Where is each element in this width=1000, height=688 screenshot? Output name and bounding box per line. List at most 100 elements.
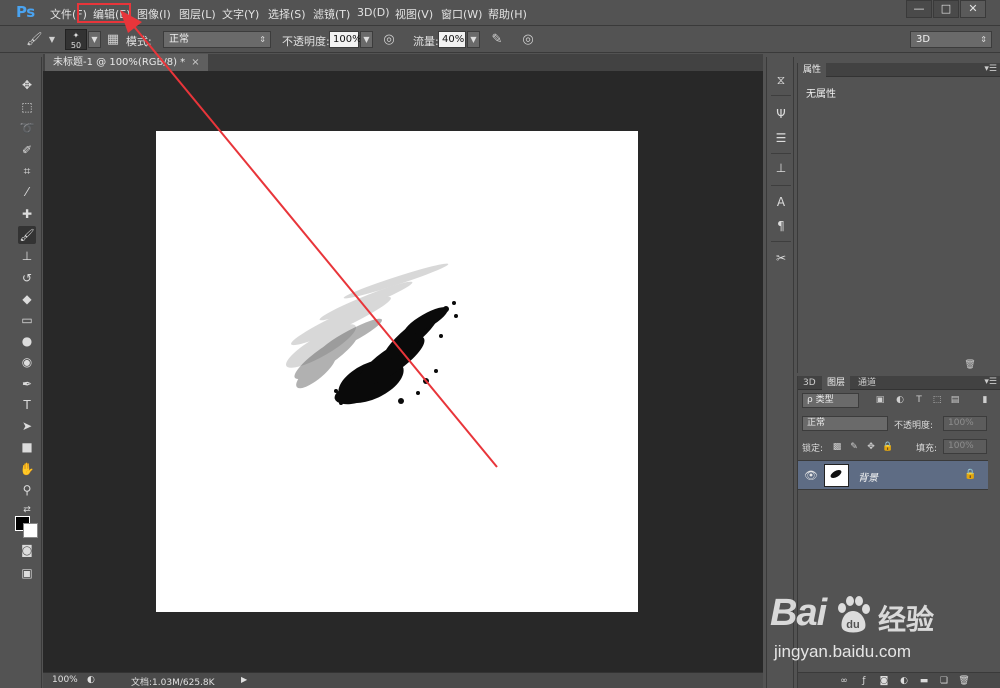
crop-tool-icon[interactable]: ⌗ [18, 162, 36, 180]
pen-tool-icon[interactable]: ✒ [18, 375, 36, 393]
properties-content: 无属性 [806, 89, 836, 100]
paragraph-panel-icon[interactable]: ¶ [772, 217, 790, 235]
brush-picker-arrow[interactable]: ▼ [88, 31, 101, 48]
document-tab[interactable]: 未标题-1 @ 100%(RGB/8) * × [45, 54, 208, 71]
trash-icon[interactable]: 🗑 [964, 359, 976, 371]
lock-transparent-icon[interactable]: ▩ [831, 441, 843, 453]
chevron-down-icon[interactable]: ▼ [44, 32, 60, 48]
layer-name: 背景 [858, 473, 878, 484]
tab-close-icon[interactable]: × [191, 57, 199, 68]
layer-filter-value: ρ 类型 [807, 395, 834, 405]
adjustment-layer-icon[interactable]: ◐ [898, 675, 910, 687]
layer-row[interactable]: 👁 背景 🔒 [798, 460, 988, 490]
rectangle-tool-icon[interactable]: ■ [18, 438, 36, 456]
eraser-tool-icon[interactable]: ◆ [18, 290, 36, 308]
quick-mask-icon[interactable]: ◙ [18, 541, 36, 559]
new-layer-icon[interactable]: ❏ [938, 675, 950, 687]
gradient-tool-icon[interactable]: ▭ [18, 311, 36, 329]
workspace-dropdown[interactable]: 3D ⇕ [910, 31, 992, 48]
brush-size-preview[interactable]: ✦ 50 [65, 29, 87, 50]
background-color-swatch[interactable] [23, 523, 38, 538]
filter-type-icon[interactable]: T [913, 394, 925, 406]
visibility-eye-icon[interactable]: 👁 [804, 469, 818, 482]
healing-brush-tool-icon[interactable]: ✚ [18, 205, 36, 223]
panel-menu-icon[interactable]: ▾☰ [984, 64, 997, 74]
path-selection-tool-icon[interactable]: ➤ [18, 417, 36, 435]
dodge-tool-icon[interactable]: ◉ [18, 353, 36, 371]
lock-position-icon[interactable]: ✥ [865, 441, 877, 453]
new-group-icon[interactable]: ▬ [918, 675, 930, 687]
layer-opacity-input[interactable]: 100% [943, 416, 987, 431]
close-button[interactable]: ✕ [960, 0, 986, 18]
lasso-tool-icon[interactable]: ➰ [18, 119, 36, 137]
add-mask-icon[interactable]: ◙ [878, 675, 890, 687]
menu-filter[interactable]: 滤镜(T) [313, 6, 350, 22]
layer-style-icon[interactable]: ƒ [858, 675, 870, 687]
blur-tool-icon[interactable]: ● [18, 332, 36, 350]
filter-shape-icon[interactable]: ⬚ [931, 394, 943, 406]
menu-image[interactable]: 图像(I) [137, 6, 171, 22]
link-layers-icon[interactable]: ∞ [838, 675, 850, 687]
menu-3d[interactable]: 3D(D) [357, 6, 390, 19]
opacity-slider-arrow[interactable]: ▼ [360, 31, 373, 48]
clone-stamp-tool-icon[interactable]: ⊥ [18, 247, 36, 265]
layer-filter-dropdown[interactable]: ρ 类型 [802, 393, 859, 408]
brush-tool-icon[interactable]: 🖌 [18, 226, 36, 244]
marquee-tool-icon[interactable]: ⬚ [18, 98, 36, 116]
brush-presets-icon[interactable]: ☰ [772, 129, 790, 147]
menu-layer[interactable]: 图层(L) [179, 6, 216, 22]
move-tool-icon[interactable]: ✥ [18, 76, 36, 94]
status-menu-arrow-icon[interactable]: ▶ [241, 675, 247, 684]
clone-source-icon[interactable]: ⊥ [772, 159, 790, 177]
hand-tool-icon[interactable]: ✋ [18, 460, 36, 478]
zoom-level[interactable]: 100% [52, 675, 78, 685]
opacity-input[interactable]: 100% [329, 31, 362, 48]
screen-mode-icon[interactable]: ▣ [18, 564, 36, 582]
quick-select-tool-icon[interactable]: ✐ [18, 141, 36, 159]
pressure-opacity-icon[interactable]: ◎ [381, 32, 397, 48]
menu-help[interactable]: 帮助(H) [488, 6, 527, 22]
tab-3d[interactable]: 3D [798, 376, 821, 390]
filter-adjustment-icon[interactable]: ◐ [894, 394, 906, 406]
menu-window[interactable]: 窗口(W) [441, 6, 482, 22]
mode-dropdown[interactable]: 正常 ⇕ [163, 31, 271, 48]
pressure-size-icon[interactable]: ◎ [520, 32, 536, 48]
minimize-button[interactable]: — [906, 0, 932, 18]
menu-select[interactable]: 选择(S) [268, 6, 306, 22]
fill-input[interactable]: 100% [943, 439, 987, 454]
character-panel-icon[interactable]: A [772, 193, 790, 211]
blend-mode-dropdown[interactable]: 正常 [802, 416, 888, 431]
tab-layers[interactable]: 图层 [822, 376, 851, 390]
baidu-jingyan-watermark: Bai du 经验 jingyan.baidu.com [770, 592, 990, 672]
flow-input[interactable]: 40% [438, 31, 466, 48]
type-tool-icon[interactable]: T [18, 396, 36, 414]
brush-panel-icon[interactable]: Ψ [772, 105, 790, 123]
filter-toggle-icon[interactable]: ▮ [979, 394, 991, 406]
watermark-brand: Bai [770, 592, 827, 634]
brush-tip-icon: ✦ [72, 31, 80, 40]
flow-slider-arrow[interactable]: ▼ [467, 31, 480, 48]
eyedropper-tool-icon[interactable]: ⁄ [18, 183, 36, 201]
filter-smart-object-icon[interactable]: ▤ [949, 394, 961, 406]
panel-menu-icon[interactable]: ▾☰ [984, 377, 997, 387]
filter-pixel-icon[interactable]: ▣ [874, 394, 886, 406]
airbrush-icon[interactable]: ✎ [489, 32, 505, 48]
export-icon[interactable]: ◐ [87, 675, 95, 685]
menu-type[interactable]: 文字(Y) [222, 6, 259, 22]
brush-panel-toggle-icon[interactable]: ▦ [105, 32, 121, 48]
document-canvas[interactable] [156, 131, 638, 612]
history-brush-tool-icon[interactable]: ↺ [18, 269, 36, 287]
brush-tool-preset-icon[interactable]: 🖌 [26, 32, 43, 48]
watermark-du: du [846, 619, 859, 631]
tool-presets-icon[interactable]: ✂ [772, 249, 790, 267]
history-panel-icon[interactable]: ⧖ [772, 71, 790, 89]
lock-pixels-icon[interactable]: ✎ [848, 441, 860, 453]
zoom-tool-icon[interactable]: ⚲ [18, 481, 36, 499]
delete-layer-icon[interactable]: 🗑 [958, 675, 970, 687]
tab-properties[interactable]: 属性 [798, 63, 827, 77]
maximize-button[interactable]: □ [933, 0, 959, 18]
menu-view[interactable]: 视图(V) [395, 6, 433, 22]
tab-channels[interactable]: 通道 [853, 376, 881, 390]
properties-tab-bar: 属性 ▾☰ [798, 63, 1000, 77]
lock-all-icon[interactable]: 🔒 [882, 441, 894, 453]
